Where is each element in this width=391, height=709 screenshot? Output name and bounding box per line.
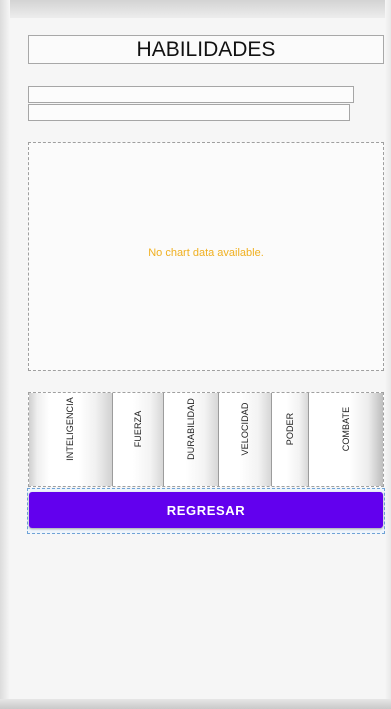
navigation-bar [0, 699, 391, 709]
status-bar [0, 0, 391, 18]
tab-poder[interactable]: PODER [271, 393, 310, 486]
back-button[interactable]: REGRESAR [29, 492, 383, 528]
tab-inteligencia[interactable]: INTELIGENCIA [29, 393, 113, 486]
text-field-1[interactable] [28, 86, 354, 103]
frame-edge-left [0, 0, 10, 709]
tab-label: FUERZA [132, 410, 143, 448]
abilities-chart: No chart data available. [28, 142, 384, 371]
tab-label: PODER [285, 412, 296, 446]
text-field-2[interactable] [28, 104, 350, 121]
tab-label: COMBATE [341, 406, 352, 452]
chart-empty-message: No chart data available. [148, 247, 264, 259]
tab-label: DURABILIDAD [186, 398, 197, 460]
tab-durabilidad[interactable]: DURABILIDAD [164, 393, 219, 486]
page-title: HABILIDADES [28, 35, 384, 64]
tab-label: INTELIGENCIA [65, 397, 76, 461]
tab-combate[interactable]: COMBATE [309, 393, 383, 486]
tab-fuerza[interactable]: FUERZA [112, 393, 165, 486]
tab-velocidad[interactable]: VELOCIDAD [218, 393, 272, 486]
tab-label: VELOCIDAD [239, 402, 250, 456]
frame-edge-right [385, 0, 391, 709]
ability-tabs: INTELIGENCIA FUERZA DURABILIDAD VELOCIDA… [28, 392, 384, 487]
